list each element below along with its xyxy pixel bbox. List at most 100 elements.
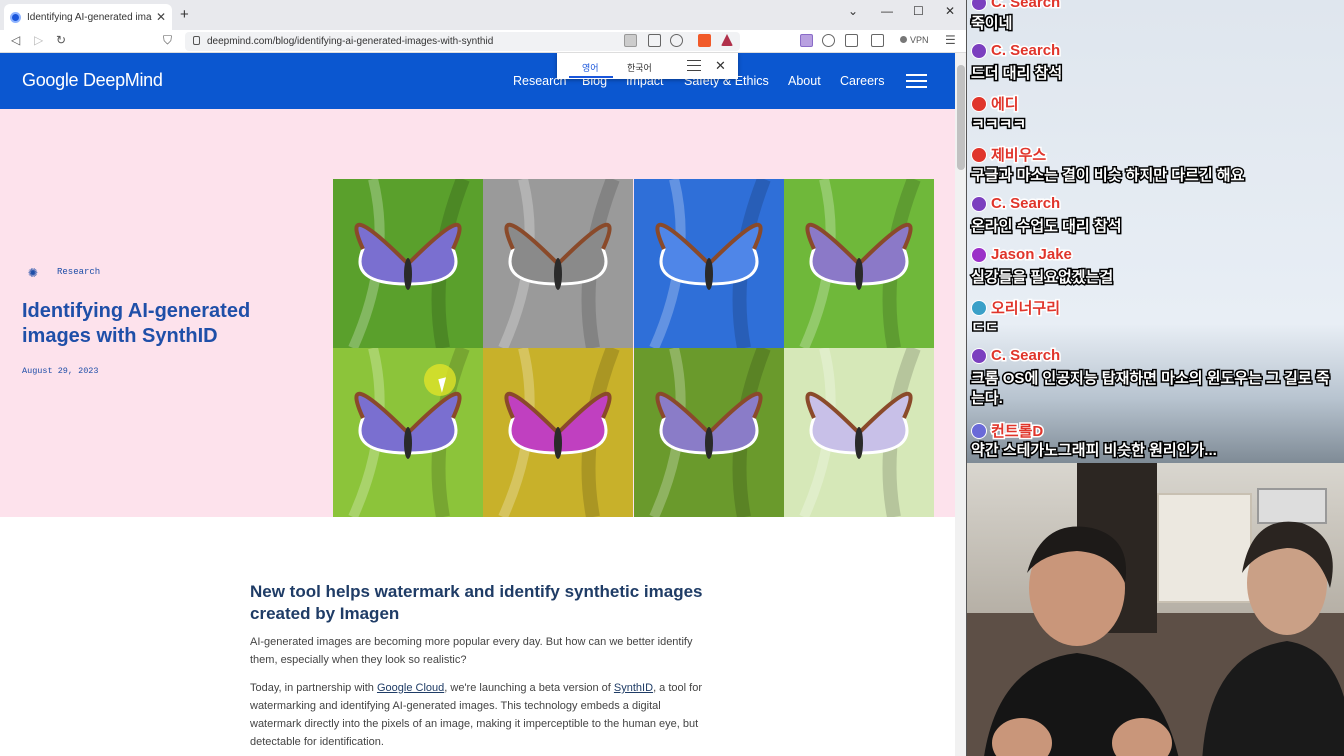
translate-options-icon[interactable] xyxy=(687,60,701,71)
user-badge-icon xyxy=(971,195,987,212)
chat-username-text: 에디 xyxy=(990,95,1021,115)
maximize-icon[interactable]: ☐ xyxy=(913,4,924,18)
translate-popup: 영어 한국어 ✕ xyxy=(557,53,738,79)
translate-icon[interactable] xyxy=(624,34,637,47)
research-category-icon xyxy=(28,262,44,282)
user-badge-icon xyxy=(971,422,987,439)
chat-message: 온라인 수업도 대리 참석 xyxy=(970,217,1124,237)
category-label[interactable]: Research xyxy=(28,262,101,282)
chat-username-text: 오리너구리 xyxy=(989,299,1061,319)
chat-message: ㅋㅋㅋㅋ xyxy=(970,115,1028,135)
article-date: August 29, 2023 xyxy=(22,366,99,376)
article-title: Identifying AI-generated images with Syn… xyxy=(22,300,251,347)
google-cloud-link[interactable]: Google Cloud xyxy=(377,682,444,694)
user-badge-icon xyxy=(971,299,987,316)
p2-text-a: Today, in partnership with xyxy=(250,682,377,694)
person-left xyxy=(984,526,1179,756)
web-page: Google DeepMind Research Blog Impact Saf… xyxy=(0,53,955,756)
p2-text-b: , we're launching a beta version of xyxy=(444,682,614,694)
reader-mode-icon[interactable] xyxy=(648,34,661,47)
user-badge-icon xyxy=(971,0,987,11)
chat-username-text: Jason Jake xyxy=(990,245,1074,265)
chat-username: 컨트롤D xyxy=(971,420,1045,442)
chat-username: 에디 xyxy=(971,93,1021,115)
chat-username: 오리너구리 xyxy=(971,297,1062,319)
close-tab-icon[interactable]: ✕ xyxy=(156,10,166,24)
address-toolbar: ◁ ▷ ↻ ⛉ deepmind.com/blog/identifying-ai… xyxy=(0,30,966,53)
close-window-icon[interactable]: ✕ xyxy=(945,4,955,18)
active-tab-underline xyxy=(569,76,613,78)
back-icon[interactable]: ◁ xyxy=(11,33,20,47)
forward-icon[interactable]: ▷ xyxy=(34,33,43,47)
share-icon[interactable] xyxy=(670,34,683,47)
bookmark-icon[interactable]: ⛉ xyxy=(163,33,172,48)
user-badge-icon xyxy=(971,146,987,163)
tab-bar: Identifying AI-generated images ✕ + ⌄ — … xyxy=(0,0,966,30)
chat-message: 구글과 마소는 결이 비슷 하지만 다르긴 해요 xyxy=(970,166,1246,186)
tab-list-chevron-icon[interactable]: ⌄ xyxy=(848,4,858,18)
butterfly-image xyxy=(333,348,483,517)
synthid-link[interactable]: SynthID xyxy=(614,682,653,694)
translate-target-tab[interactable]: 한국어 xyxy=(627,61,652,74)
brave-shield-icon[interactable] xyxy=(698,34,711,47)
sync-icon[interactable] xyxy=(822,34,835,47)
chat-username-text: C. Search xyxy=(989,0,1061,13)
chat-message: 약간 스테가노그래피 비슷한 원리인가... xyxy=(970,441,1219,461)
minimize-icon[interactable]: — xyxy=(881,4,893,18)
translate-source-tab[interactable]: 영어 xyxy=(582,61,599,74)
live-chat-overlay: C. Search 죽이네 C. Search 드더 대리 참석 에디 ㅋㅋㅋㅋ 제비우스 구… xyxy=(967,0,1344,463)
chat-username: C. Search xyxy=(971,194,1062,214)
deepmind-favicon-icon xyxy=(10,11,21,23)
article-body: New tool helps watermark and identify sy… xyxy=(250,581,710,756)
chat-username-text: C. Search xyxy=(989,346,1061,366)
nav-careers[interactable]: Careers xyxy=(840,74,884,88)
extension-icon[interactable] xyxy=(800,34,813,47)
chat-username: C. Search xyxy=(971,0,1062,13)
user-badge-icon xyxy=(971,42,987,59)
reload-icon[interactable]: ↻ xyxy=(56,33,66,47)
menu-icon[interactable]: ☰ xyxy=(945,33,956,47)
page-scrollbar[interactable] xyxy=(955,53,966,756)
butterfly-image xyxy=(633,179,784,348)
hero-section: Research Identifying AI-generated images… xyxy=(0,109,955,517)
butterfly-image xyxy=(633,348,784,517)
user-badge-icon xyxy=(971,95,987,112)
site-header: Google DeepMind Research Blog Impact Saf… xyxy=(0,53,955,109)
chat-username-text: 컨트롤D xyxy=(989,422,1044,442)
scrollbar-thumb[interactable] xyxy=(957,65,965,170)
chat-username-text: 제비우스 xyxy=(989,146,1047,166)
brave-rewards-icon[interactable] xyxy=(721,34,733,46)
wallet-icon[interactable] xyxy=(871,34,884,47)
tab-active[interactable]: Identifying AI-generated images ✕ xyxy=(4,4,172,30)
webcam-feed xyxy=(967,463,1344,756)
chat-username-text: C. Search xyxy=(989,194,1061,214)
person-right xyxy=(1202,521,1344,756)
chat-message: 죽이네 xyxy=(970,14,1014,34)
user-badge-icon xyxy=(971,347,987,364)
mouse-cursor-icon xyxy=(424,364,456,396)
chat-username: C. Search xyxy=(971,41,1062,61)
chat-username: C. Search xyxy=(971,346,1062,366)
tab-title: Identifying AI-generated images xyxy=(27,11,152,23)
translate-close-icon[interactable]: ✕ xyxy=(715,58,726,74)
user-badge-icon xyxy=(971,246,987,263)
lock-icon xyxy=(193,36,200,45)
chat-message: 실강들을 필요없겠는걸 xyxy=(970,268,1115,288)
butterfly-image xyxy=(783,179,934,348)
hamburger-menu-icon[interactable] xyxy=(906,74,927,88)
new-tab-icon[interactable]: + xyxy=(180,6,189,23)
category-text: Research xyxy=(57,267,101,277)
chat-username: Jason Jake xyxy=(971,245,1074,265)
chat-message: 크롬 OS에 인공지능 탑재하면 마소의 윈도우는 그 길로 죽는다. xyxy=(970,369,1332,409)
butterfly-image-grid xyxy=(333,179,934,517)
site-logo[interactable]: Google DeepMind xyxy=(22,70,163,91)
chat-message: ㄷㄷ xyxy=(970,318,1001,338)
vpn-button[interactable]: VPN xyxy=(900,35,929,45)
nav-about[interactable]: About xyxy=(788,74,821,88)
article-heading: New tool helps watermark and identify sy… xyxy=(250,582,703,623)
chat-message: 드더 대리 참석 xyxy=(970,64,1064,84)
butterfly-image xyxy=(783,348,934,517)
butterfly-image xyxy=(333,179,483,348)
butterfly-image xyxy=(483,179,634,348)
sidebar-icon[interactable] xyxy=(845,34,858,47)
